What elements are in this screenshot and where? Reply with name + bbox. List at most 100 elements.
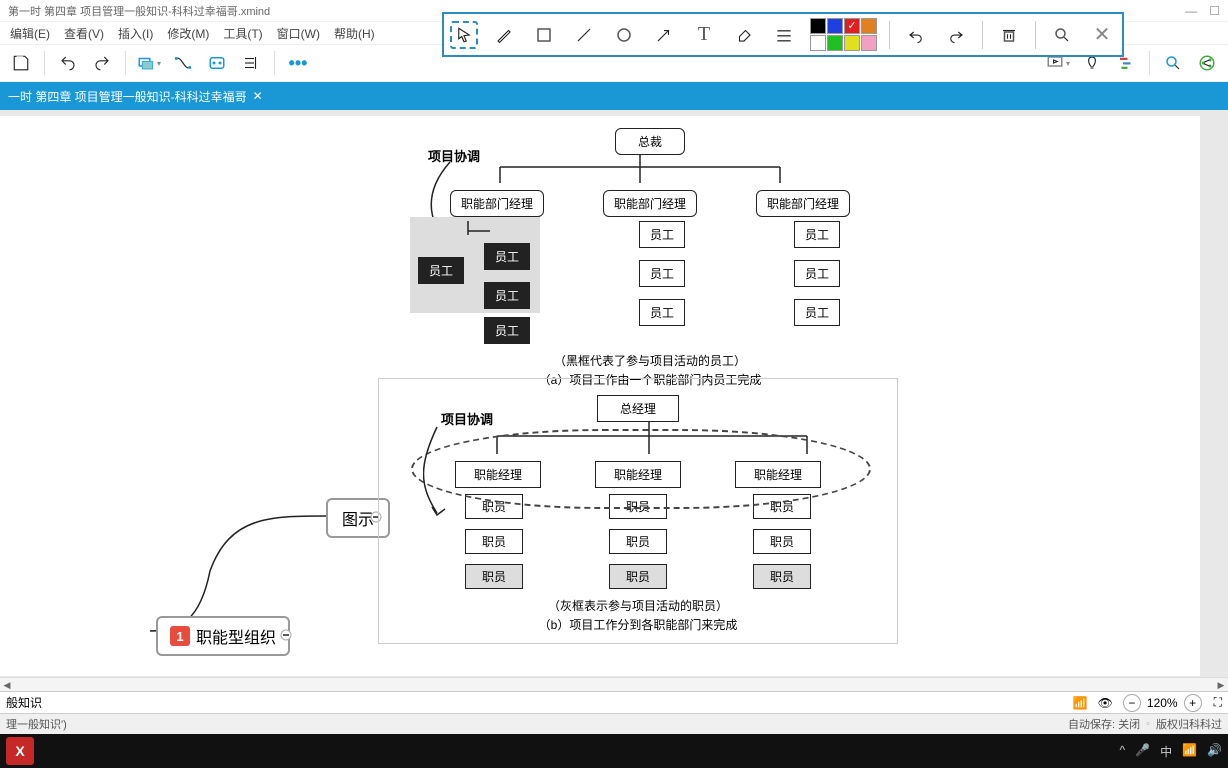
color-black[interactable]: [810, 18, 826, 34]
d1-staff-a3: 员工: [484, 282, 530, 309]
highlight-tool-icon[interactable]: [770, 21, 798, 49]
zoom-value: 120%: [1147, 696, 1178, 710]
d2-staff-b3: 职员: [609, 564, 667, 589]
scroll-right-icon[interactable]: ▶: [1214, 678, 1228, 692]
mindmap-node-zhineng[interactable]: 1 职能型组织: [156, 616, 290, 656]
menu-insert[interactable]: 插入(I): [112, 23, 159, 44]
pointer-tool-icon[interactable]: [450, 21, 478, 49]
taskbar: X ^ 🎤 中 📶 🔊: [0, 734, 1228, 768]
summary-icon[interactable]: [238, 50, 264, 76]
footer1-text: 般知识: [6, 694, 42, 711]
d2-staff-c3: 职员: [753, 564, 811, 589]
undo-icon[interactable]: [55, 50, 81, 76]
autosave-status: 自动保存: 关闭: [1068, 716, 1140, 732]
arrow-tool-icon[interactable]: [650, 21, 678, 49]
search-icon[interactable]: [1160, 50, 1186, 76]
tab-close-icon[interactable]: ✕: [253, 89, 263, 103]
color-palette: ✓: [810, 18, 877, 51]
d1-top: 总裁: [615, 128, 685, 155]
eraser-tool-icon[interactable]: [730, 21, 758, 49]
menu-edit[interactable]: 编辑(E): [4, 23, 56, 44]
d2-staff-b2: 职员: [609, 529, 667, 554]
d1-staff-c2: 员工: [794, 260, 840, 287]
d1-staff-b3: 员工: [639, 299, 685, 326]
boundary-icon[interactable]: [204, 50, 230, 76]
d1-staff-a4: 员工: [484, 317, 530, 344]
redo-annot-icon[interactable]: [942, 21, 970, 49]
org-chart-b: 项目协调 总经理 职能经理 职能经理 职能经理 职员 职员 职员 职员: [378, 378, 898, 644]
d2-note: （灰框表示参与项目活动的职员）: [397, 597, 879, 614]
d1-staff-b2: 员工: [639, 260, 685, 287]
d2-staff-a2: 职员: [465, 529, 523, 554]
window-title: 第一时 第四章 项目管理一般知识-科科过幸福哥.xmind: [8, 3, 270, 19]
eye-icon[interactable]: 👁: [1098, 696, 1113, 710]
color-red-active[interactable]: ✓: [844, 18, 860, 34]
status-bar-1: 般知识 📶 👁 − 120% + ⛶: [0, 691, 1228, 713]
canvas-area[interactable]: 图示 1 职能型组织 项目协调 总裁 职能部门经理 职能部门经理 职能部门经理: [0, 110, 1228, 704]
d1-staff-a2: 员工: [418, 257, 464, 284]
d2-caption: （b）项目工作分到各职能部门来完成: [397, 616, 879, 633]
d2-staff-a3: 职员: [465, 564, 523, 589]
minimize-button[interactable]: —: [1185, 4, 1197, 18]
undo-annot-icon[interactable]: [902, 21, 930, 49]
d1-mgr-3: 职能部门经理: [756, 190, 850, 217]
relationship-icon[interactable]: [170, 50, 196, 76]
xmind-app-icon[interactable]: X: [6, 737, 34, 765]
pen-tool-icon[interactable]: [490, 21, 518, 49]
zoom-icon[interactable]: [1048, 21, 1076, 49]
rectangle-tool-icon[interactable]: [530, 21, 558, 49]
horizontal-scrollbar[interactable]: ◀ ▶: [0, 677, 1228, 691]
copyright-text: 版权归科科过: [1156, 716, 1222, 732]
fullscreen-icon[interactable]: ⛶: [1214, 695, 1222, 710]
footer2-left: 理一般知识'): [6, 716, 67, 732]
menu-tools[interactable]: 工具(T): [217, 23, 268, 44]
org-chart-a: 项目协调 总裁 职能部门经理 职能部门经理 职能部门经理 员工 员工 员工 员工: [410, 128, 890, 388]
save-icon[interactable]: [8, 50, 34, 76]
d1-staff-c3: 员工: [794, 299, 840, 326]
zoom-in-button[interactable]: +: [1184, 694, 1202, 712]
color-blue[interactable]: [827, 18, 843, 34]
tray-up-icon[interactable]: ^: [1119, 743, 1125, 760]
line-tool-icon[interactable]: [570, 21, 598, 49]
d1-staff-a1: 员工: [484, 243, 530, 270]
share-icon[interactable]: [1194, 50, 1220, 76]
annotation-toolbar: T ✓ ✕: [442, 12, 1124, 57]
menu-window[interactable]: 窗口(W): [271, 23, 326, 44]
document-tab[interactable]: 一时 第四章 项目管理一般知识-科科过幸福哥 ✕: [0, 82, 271, 110]
tray-input-icon[interactable]: 中: [1160, 743, 1172, 760]
wifi-icon: 📶: [1073, 696, 1088, 710]
d2-top: 总经理: [597, 395, 679, 422]
status-bar-2: 理一般知识') 自动保存: 关闭 ◦ 版权归科科过: [0, 713, 1228, 734]
scroll-left-icon[interactable]: ◀: [0, 678, 14, 692]
maximize-button[interactable]: ☐: [1209, 4, 1220, 18]
topic-style-icon[interactable]: ▾: [136, 50, 162, 76]
d1-staff-c1: 员工: [794, 221, 840, 248]
menu-help[interactable]: 帮助(H): [328, 23, 381, 44]
delete-icon[interactable]: [995, 21, 1023, 49]
zoom-out-button[interactable]: −: [1123, 694, 1141, 712]
d1-mgr-2: 职能部门经理: [603, 190, 697, 217]
menu-modify[interactable]: 修改(M): [161, 23, 215, 44]
tray-mic-icon[interactable]: 🎤: [1135, 743, 1150, 760]
tray-wifi-icon[interactable]: 📶: [1182, 743, 1197, 760]
zoom-control: − 120% + ⛶: [1123, 694, 1222, 712]
color-white[interactable]: [810, 35, 826, 51]
badge-number: 1: [170, 626, 190, 646]
color-pink[interactable]: [861, 35, 877, 51]
text-tool-icon[interactable]: T: [690, 21, 718, 49]
redo-icon[interactable]: [89, 50, 115, 76]
color-yellow[interactable]: [844, 35, 860, 51]
menu-view[interactable]: 查看(V): [58, 23, 110, 44]
d1-note: （黑框代表了参与项目活动的员工）: [410, 352, 890, 369]
circle-tool-icon[interactable]: [610, 21, 638, 49]
more-icon[interactable]: •••: [285, 50, 311, 76]
tray-volume-icon[interactable]: 🔊: [1207, 743, 1222, 760]
d2-staff-c2: 职员: [753, 529, 811, 554]
d2-dashed-boundary: [411, 429, 871, 509]
close-annot-icon[interactable]: ✕: [1088, 21, 1116, 49]
tab-label: 一时 第四章 项目管理一般知识-科科过幸福哥: [8, 88, 247, 105]
tab-bar: 一时 第四章 项目管理一般知识-科科过幸福哥 ✕: [0, 82, 1228, 110]
color-orange[interactable]: [861, 18, 877, 34]
d1-staff-b1: 员工: [639, 221, 685, 248]
color-green[interactable]: [827, 35, 843, 51]
